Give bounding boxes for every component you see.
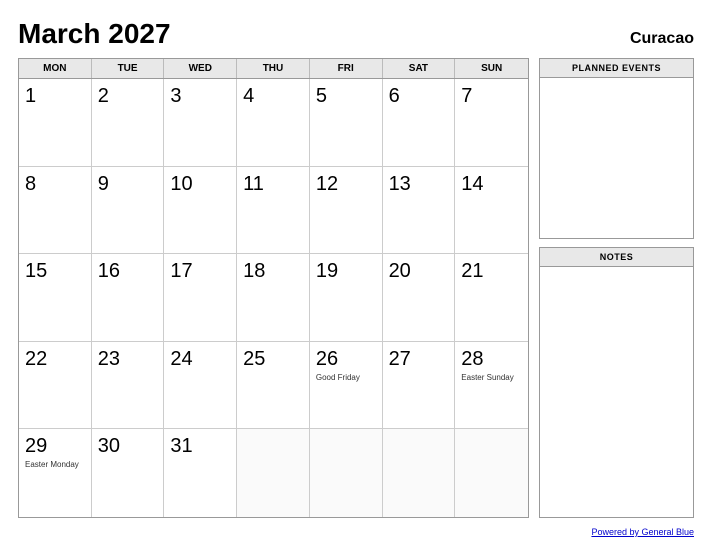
sidebar: PLANNED EVENTS NOTES [539,58,694,518]
day-number: 28 [461,347,522,371]
notes-content [540,267,693,517]
month-title: March 2027 [18,18,171,50]
day-number: 2 [98,84,158,108]
day-event: Easter Sunday [461,373,522,383]
day-cell: 13 [383,167,456,255]
day-header-fri: FRI [310,59,383,78]
day-cell [383,429,456,517]
day-event: Good Friday [316,373,376,383]
day-number: 13 [389,172,449,196]
day-cell: 24 [164,342,237,430]
day-header-sat: SAT [383,59,456,78]
day-cell: 21 [455,254,528,342]
day-number: 22 [25,347,85,371]
day-number: 31 [170,434,230,458]
day-number: 23 [98,347,158,371]
day-number: 10 [170,172,230,196]
day-number: 17 [170,259,230,283]
day-cell: 16 [92,254,165,342]
day-cell: 28 Easter Sunday [455,342,528,430]
day-cell: 29 Easter Monday [19,429,92,517]
calendar-section: MONTUEWEDTHUFRISATSUN 123456789101112131… [18,58,529,518]
planned-events-content [540,78,693,238]
day-event: Easter Monday [25,460,85,470]
main-content: MONTUEWEDTHUFRISATSUN 123456789101112131… [18,58,694,518]
day-cell: 4 [237,79,310,167]
planned-events-box: PLANNED EVENTS [539,58,694,239]
notes-box: NOTES [539,247,694,518]
day-header-thu: THU [237,59,310,78]
notes-title: NOTES [540,248,693,267]
day-cell: 12 [310,167,383,255]
day-number: 24 [170,347,230,371]
day-cell: 5 [310,79,383,167]
day-cell: 18 [237,254,310,342]
day-headers: MONTUEWEDTHUFRISATSUN [19,59,528,79]
day-cell: 15 [19,254,92,342]
day-cell: 25 [237,342,310,430]
day-header-wed: WED [164,59,237,78]
page: March 2027 Curacao MONTUEWEDTHUFRISATSUN… [0,0,712,550]
day-cell: 14 [455,167,528,255]
day-number: 30 [98,434,158,458]
day-number: 12 [316,172,376,196]
planned-events-title: PLANNED EVENTS [540,59,693,78]
day-number: 15 [25,259,85,283]
day-cell: 22 [19,342,92,430]
day-cell: 10 [164,167,237,255]
footer: Powered by General Blue [18,522,694,540]
day-cell: 2 [92,79,165,167]
day-number: 18 [243,259,303,283]
day-cell: 23 [92,342,165,430]
day-cell: 3 [164,79,237,167]
day-cell: 1 [19,79,92,167]
day-cell: 20 [383,254,456,342]
day-number: 5 [316,84,376,108]
day-number: 25 [243,347,303,371]
day-number: 11 [243,172,303,196]
day-cell: 27 [383,342,456,430]
day-number: 14 [461,172,522,196]
day-number: 20 [389,259,449,283]
day-number: 7 [461,84,522,108]
day-number: 4 [243,84,303,108]
day-cell: 7 [455,79,528,167]
day-number: 26 [316,347,376,371]
day-cell [237,429,310,517]
day-number: 19 [316,259,376,283]
day-number: 3 [170,84,230,108]
day-cell: 8 [19,167,92,255]
region-title: Curacao [630,30,694,48]
powered-by-link[interactable]: Powered by General Blue [591,527,694,537]
calendar-grid: 1234567891011121314151617181920212223242… [19,79,528,517]
day-header-mon: MON [19,59,92,78]
day-number: 21 [461,259,522,283]
header: March 2027 Curacao [18,18,694,50]
day-cell: 6 [383,79,456,167]
day-header-tue: TUE [92,59,165,78]
day-number: 29 [25,434,85,458]
day-number: 16 [98,259,158,283]
day-cell: 17 [164,254,237,342]
day-number: 27 [389,347,449,371]
day-header-sun: SUN [455,59,528,78]
day-cell: 19 [310,254,383,342]
day-cell: 11 [237,167,310,255]
day-number: 9 [98,172,158,196]
day-number: 8 [25,172,85,196]
day-number: 6 [389,84,449,108]
day-number: 1 [25,84,85,108]
day-cell: 26 Good Friday [310,342,383,430]
day-cell [455,429,528,517]
day-cell [310,429,383,517]
day-cell: 9 [92,167,165,255]
day-cell: 30 [92,429,165,517]
day-cell: 31 [164,429,237,517]
